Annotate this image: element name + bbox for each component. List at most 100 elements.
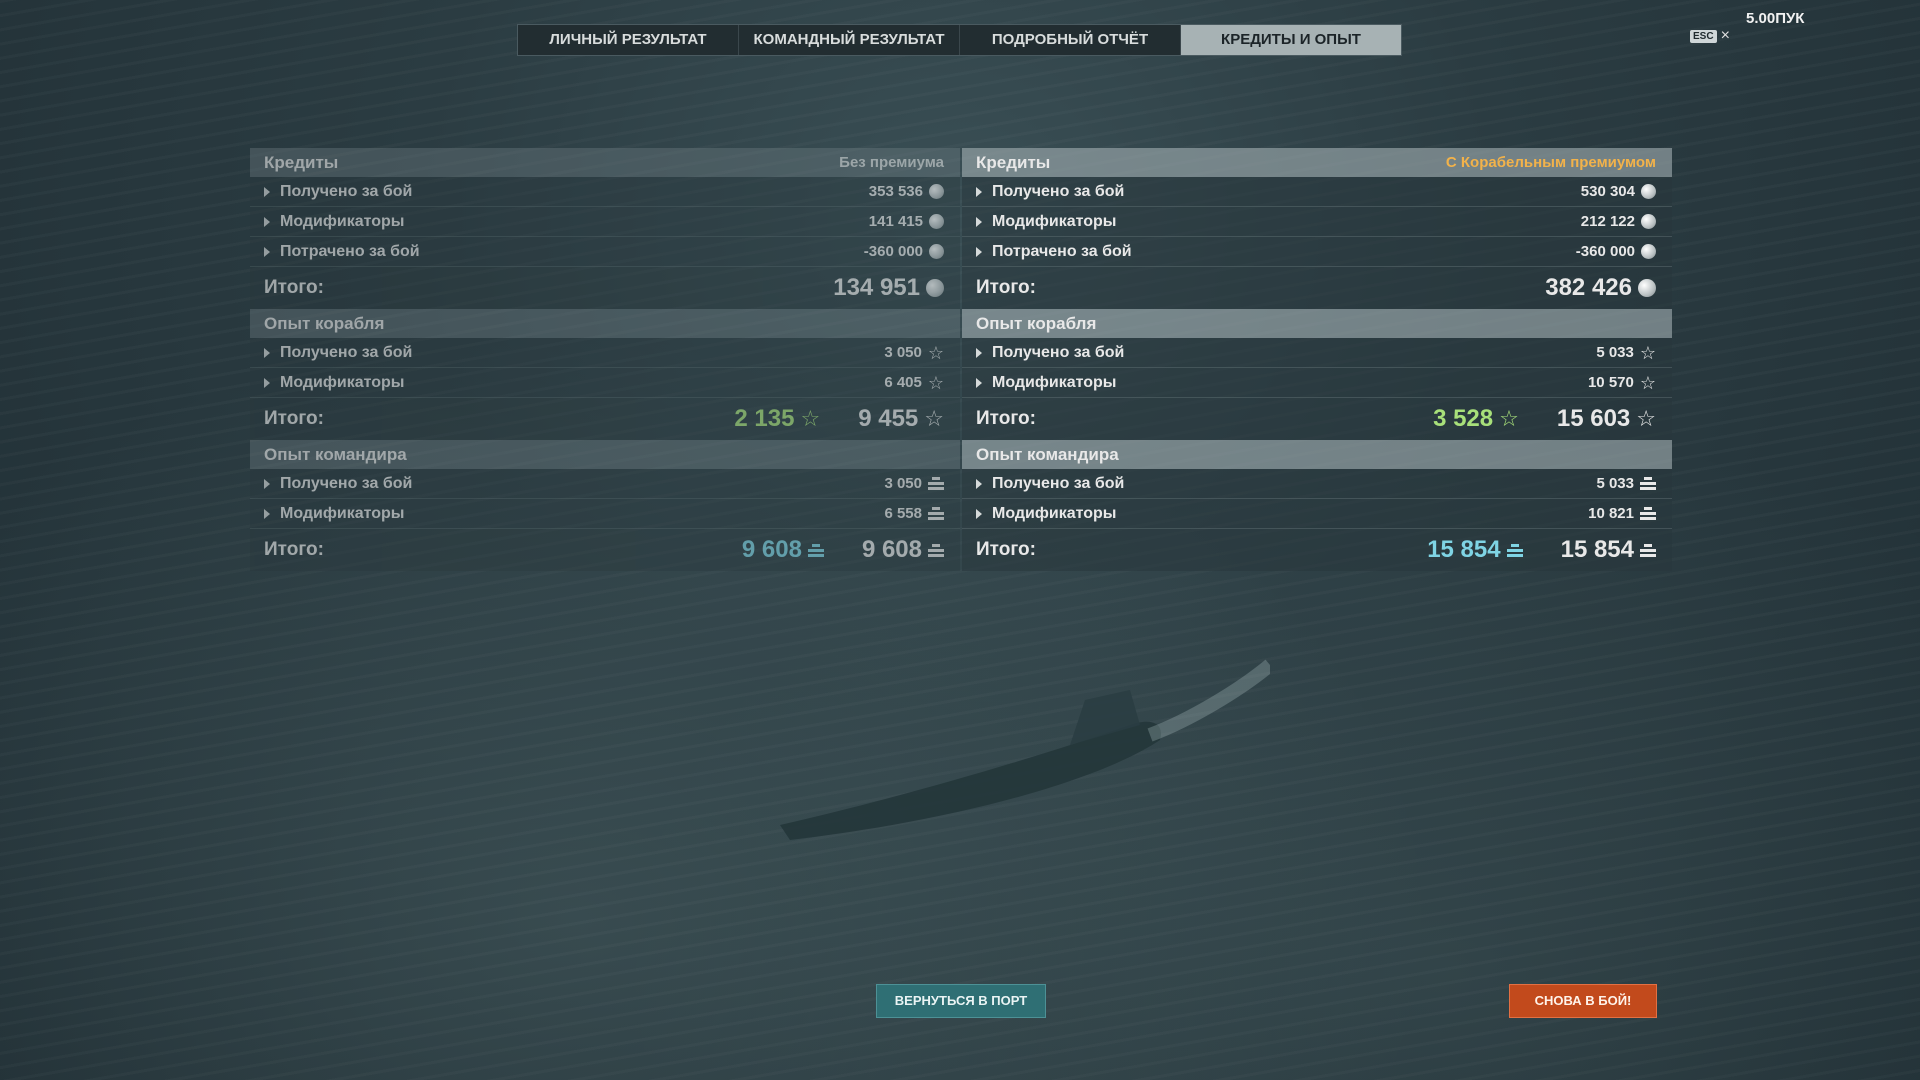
tab-detailed-report[interactable]: ПОДРОБНЫЙ ОТЧЁТ (960, 25, 1181, 55)
expand-arrow-icon[interactable] (264, 377, 270, 388)
section-title: Опыт командира (976, 444, 1119, 464)
star-icon: ☆ (927, 372, 944, 393)
tab-bar: ЛИЧНЫЙ РЕЗУЛЬТАТ КОМАНДНЫЙ РЕЗУЛЬТАТ ПОД… (517, 24, 1402, 56)
commander-xp-row-modifiers[interactable]: Модификаторы 6 558 (250, 499, 960, 529)
battle-again-button[interactable]: СНОВА В БОЙ! (1509, 984, 1657, 1018)
commander-xp-icon (807, 543, 824, 557)
commander-xp-section: Опыт командира Получено за бой 5 033 Мод… (962, 440, 1672, 529)
esc-key-icon: ESC (1690, 29, 1717, 43)
row-value: 6 405 (884, 374, 922, 391)
credits-section: Кредиты Без премиума Получено за бой 353… (250, 148, 960, 267)
expand-arrow-icon[interactable] (264, 508, 270, 519)
section-title: Кредиты (264, 152, 339, 172)
row-label: Получено за бой (280, 343, 413, 361)
credits-row-spent[interactable]: Потрачено за бой -360 000 (962, 237, 1672, 267)
commander-xp-row-earned[interactable]: Получено за бой 3 050 (250, 469, 960, 499)
row-label: Получено за бой (992, 182, 1125, 200)
ship-xp-total-row: Итого: 3 528 ☆ 15 603 ☆ (962, 398, 1672, 440)
premium-status-label: С Корабельным премиумом (1445, 154, 1656, 171)
credits-icon (929, 244, 944, 259)
row-label: Модификаторы (280, 373, 405, 391)
return-to-port-button[interactable]: ВЕРНУТЬСЯ В ПОРТ (876, 984, 1046, 1018)
credits-icon (1641, 184, 1656, 199)
star-icon: ☆ (1639, 372, 1656, 393)
ship-xp-total-row: Итого: 2 135 ☆ 9 455 ☆ (250, 398, 960, 440)
free-xp-star-icon: ☆ (1499, 406, 1519, 431)
premium-status-label: Без премиума (839, 154, 944, 171)
expand-arrow-icon[interactable] (264, 216, 270, 227)
panel-no-premium: Кредиты Без премиума Получено за бой 353… (250, 148, 960, 571)
row-value: 10 821 (1588, 505, 1634, 522)
panel-ship-premium: Кредиты С Корабельным премиумом Получено… (962, 148, 1672, 571)
total-value: 382 426 (1545, 274, 1632, 301)
commander-xp-icon (928, 507, 944, 520)
row-value: 5 033 (1596, 344, 1634, 361)
credits-row-earned[interactable]: Получено за бой 353 536 (250, 177, 960, 207)
commander-xp-icon (1640, 543, 1656, 557)
credits-total-row: Итого: 134 951 (250, 267, 960, 309)
section-title: Опыт корабля (264, 313, 385, 333)
commander-xp-row-earned[interactable]: Получено за бой 5 033 (962, 469, 1672, 499)
expand-arrow-icon[interactable] (976, 508, 982, 519)
ship-xp-row-earned[interactable]: Получено за бой 3 050 ☆ (250, 338, 960, 368)
credits-row-spent[interactable]: Потрачено за бой -360 000 (250, 237, 960, 267)
ship-xp-row-earned[interactable]: Получено за бой 5 033 ☆ (962, 338, 1672, 368)
close-icon[interactable]: × (1721, 27, 1730, 45)
row-label: Получено за бой (280, 182, 413, 200)
section-header: Опыт командира (250, 440, 960, 469)
version-label: 5.00ПУК (1746, 10, 1805, 27)
row-value: -360 000 (863, 243, 923, 260)
row-value: 3 050 (884, 344, 922, 361)
row-value: 530 304 (1580, 183, 1635, 200)
expand-arrow-icon[interactable] (976, 377, 982, 388)
row-label: Модификаторы (992, 373, 1117, 391)
row-label: Модификаторы (280, 504, 405, 522)
expand-arrow-icon[interactable] (264, 186, 270, 197)
tab-team-result[interactable]: КОМАНДНЫЙ РЕЗУЛЬТАТ (739, 25, 960, 55)
total-value: 9 608 (861, 536, 922, 563)
commander-xp-total-row: Итого: 9 608 9 608 (250, 529, 960, 571)
row-value: -360 000 (1575, 243, 1635, 260)
commander-xp-icon (928, 543, 944, 557)
ship-xp-row-modifiers[interactable]: Модификаторы 6 405 ☆ (250, 368, 960, 398)
expand-arrow-icon[interactable] (976, 186, 982, 197)
expand-arrow-icon[interactable] (976, 347, 982, 358)
expand-arrow-icon[interactable] (976, 478, 982, 489)
row-label: Получено за бой (992, 343, 1125, 361)
ship-xp-section: Опыт корабля Получено за бой 3 050 ☆ Моди… (250, 309, 960, 398)
submarine-image (780, 659, 1270, 840)
expand-arrow-icon[interactable] (976, 216, 982, 227)
free-xp-value: 3 528 (1433, 405, 1494, 432)
free-commander-xp-value: 9 608 (741, 536, 802, 563)
commander-xp-icon (1506, 543, 1523, 557)
expand-arrow-icon[interactable] (976, 246, 982, 257)
expand-arrow-icon[interactable] (264, 347, 270, 358)
total-label: Итого: (976, 408, 1036, 429)
credits-total-row: Итого: 382 426 (962, 267, 1672, 309)
credits-icon (929, 184, 944, 199)
row-value: 6 558 (884, 505, 922, 522)
credits-row-earned[interactable]: Получено за бой 530 304 (962, 177, 1672, 207)
commander-xp-icon (1640, 507, 1656, 520)
row-label: Потрачено за бой (280, 242, 420, 260)
section-header: Кредиты С Корабельным премиумом (962, 148, 1672, 177)
credits-row-modifiers[interactable]: Модификаторы 141 415 (250, 207, 960, 237)
expand-arrow-icon[interactable] (264, 478, 270, 489)
total-value: 15 603 (1556, 405, 1631, 432)
ship-xp-section: Опыт корабля Получено за бой 5 033 ☆ Моди… (962, 309, 1672, 398)
esc-close-button[interactable]: ESC × (1690, 27, 1730, 45)
row-value: 353 536 (868, 183, 923, 200)
ship-xp-row-modifiers[interactable]: Модификаторы 10 570 ☆ (962, 368, 1672, 398)
expand-arrow-icon[interactable] (264, 246, 270, 257)
commander-xp-section: Опыт командира Получено за бой 3 050 Мод… (250, 440, 960, 529)
free-commander-xp-value: 15 854 (1427, 536, 1501, 563)
tab-credits-and-xp[interactable]: КРЕДИТЫ И ОПЫТ (1181, 25, 1401, 55)
free-xp-value: 2 135 (734, 405, 795, 432)
credits-row-modifiers[interactable]: Модификаторы 212 122 (962, 207, 1672, 237)
row-value: 5 033 (1596, 475, 1634, 492)
free-xp-star-icon: ☆ (800, 406, 821, 431)
commander-xp-row-modifiers[interactable]: Модификаторы 10 821 (962, 499, 1672, 529)
row-value: 3 050 (884, 475, 922, 492)
tab-personal-result[interactable]: ЛИЧНЫЙ РЕЗУЛЬТАТ (518, 25, 739, 55)
row-value: 212 122 (1580, 213, 1635, 230)
